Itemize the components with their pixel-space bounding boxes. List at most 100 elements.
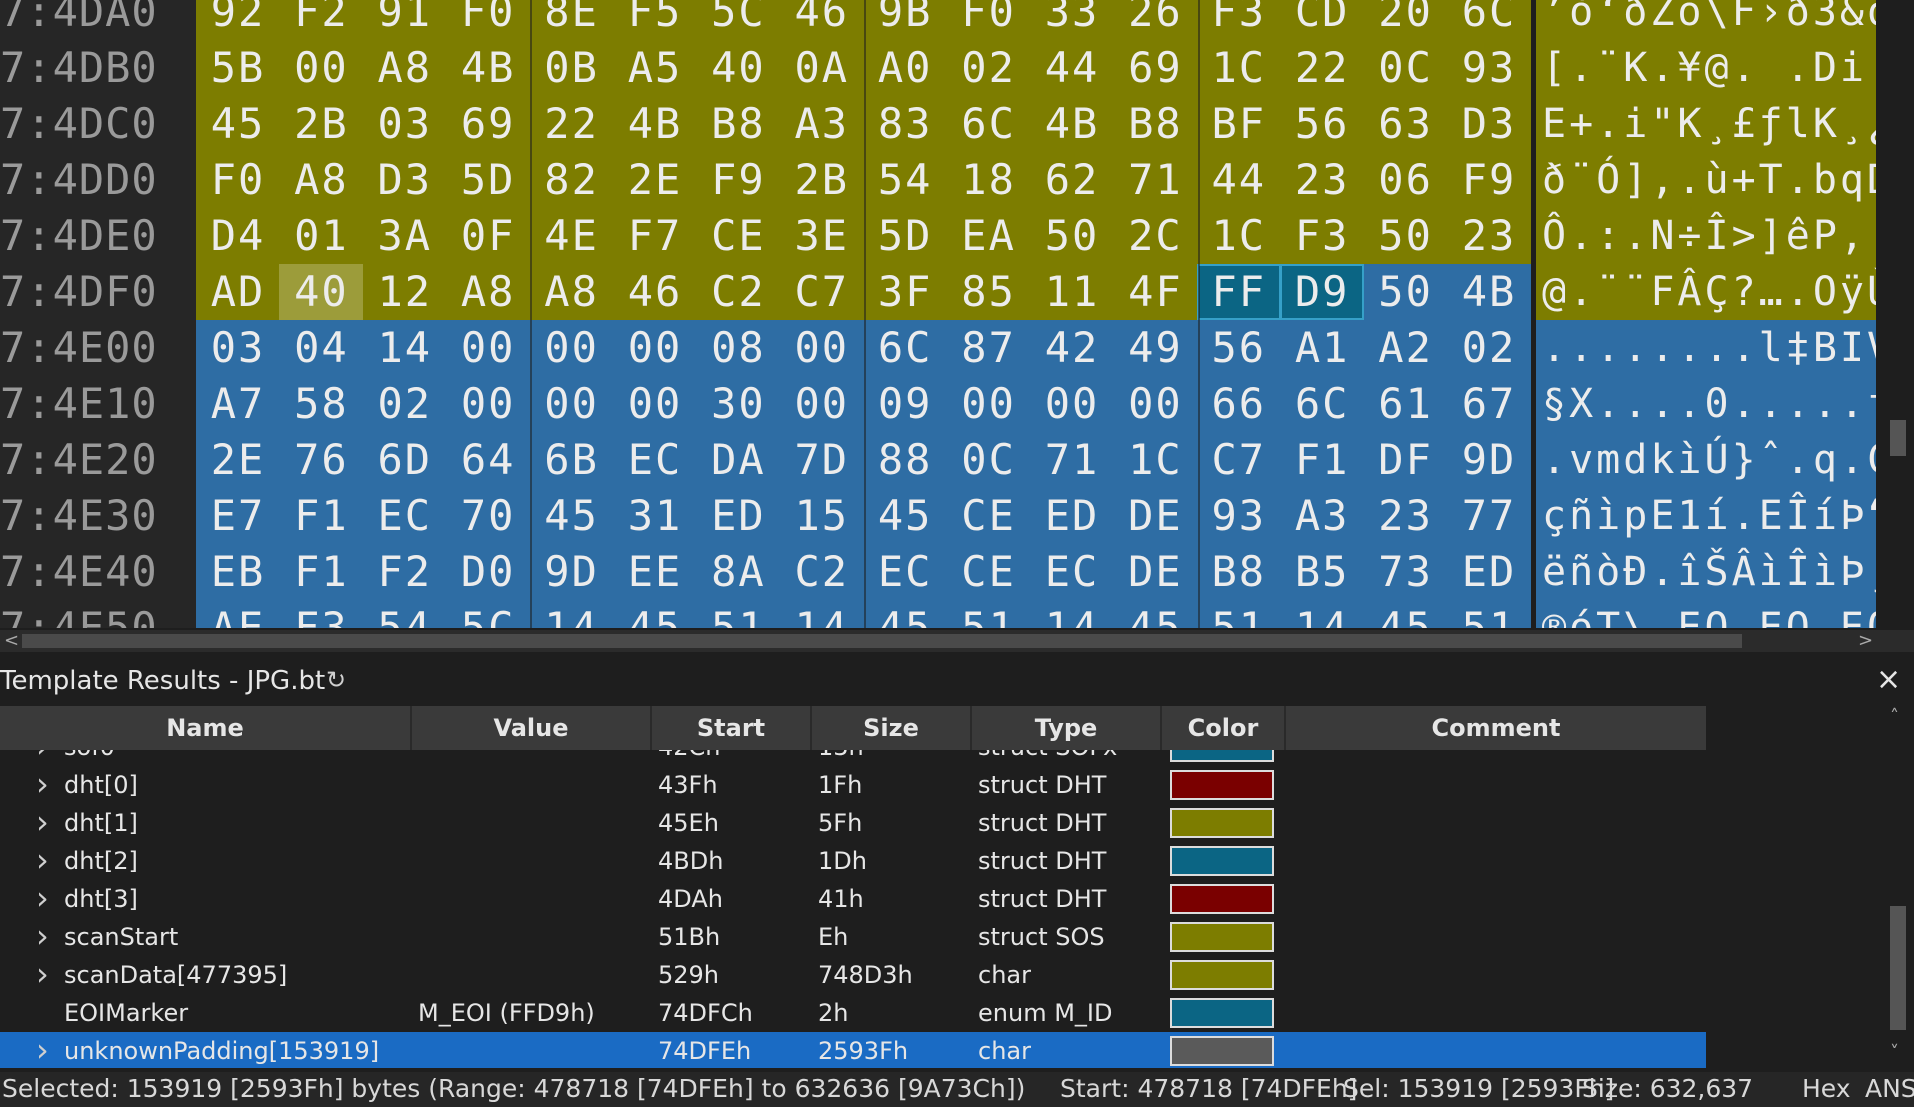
hex-byte[interactable]: 4B	[446, 40, 531, 96]
hex-byte[interactable]: ED	[1447, 544, 1531, 600]
color-swatch[interactable]	[1170, 922, 1274, 952]
ascii-row[interactable]: ëñòÐ.îŠÂìÎìÞ¸µsí	[1536, 544, 1876, 600]
hex-byte[interactable]: DA	[696, 432, 781, 488]
hex-byte[interactable]: 51	[946, 600, 1031, 628]
hex-byte[interactable]: 69	[1113, 40, 1198, 96]
hex-byte[interactable]: 00	[779, 320, 864, 376]
hex-row[interactable]: 45 2B 03 69 22 4B B8 A3 83 6C 4B B8 BF 56 63 D3	[196, 96, 1531, 152]
hex-byte[interactable]: B8	[696, 96, 781, 152]
chevron-right-icon[interactable]: ›	[36, 956, 49, 994]
hex-byte[interactable]: F3	[1196, 0, 1281, 40]
color-swatch[interactable]	[1170, 770, 1274, 800]
ascii-row[interactable]: E+.i"K¸£ƒlK¸¿VcÓ	[1536, 96, 1876, 152]
ascii-row[interactable]: ........l‡BIV¡¢.	[1536, 320, 1876, 376]
template-row[interactable]: › dht[3] 4DAh 41h struct DHT	[0, 880, 1706, 918]
ascii-row[interactable]: §X....0.....flag	[1536, 376, 1876, 432]
hex-vertical-scrollbar[interactable]	[1884, 0, 1914, 628]
hex-byte[interactable]: 22	[1280, 40, 1365, 96]
hex-byte[interactable]: F1	[279, 488, 364, 544]
hex-byte[interactable]: 33	[1030, 0, 1114, 40]
hex-byte[interactable]: CD	[1280, 0, 1365, 40]
hex-byte[interactable]: 00	[613, 320, 697, 376]
hex-byte[interactable]: 00	[946, 376, 1031, 432]
hex-byte[interactable]: 40	[696, 40, 781, 96]
hex-byte[interactable]: 0C	[1363, 40, 1448, 96]
hex-byte[interactable]: 45	[863, 488, 948, 544]
hex-byte[interactable]: 00	[279, 40, 364, 96]
hex-byte[interactable]: 00	[613, 376, 697, 432]
hex-byte[interactable]: 08	[696, 320, 781, 376]
hex-byte[interactable]: 02	[946, 40, 1031, 96]
hex-byte[interactable]: A2	[1363, 320, 1448, 376]
hex-byte[interactable]: F5	[613, 0, 697, 40]
template-row[interactable]: › unknownPadding[153919] 74DFEh 2593Fh char	[0, 1032, 1706, 1068]
hex-byte[interactable]: FF	[1196, 264, 1281, 320]
hex-byte[interactable]: 82	[529, 152, 614, 208]
hex-byte[interactable]: 5B	[196, 40, 280, 96]
template-row[interactable]: › dht[0] 43Fh 1Fh struct DHT	[0, 766, 1706, 804]
color-swatch[interactable]	[1170, 846, 1274, 876]
horizontal-scroll-thumb[interactable]	[22, 634, 1742, 648]
template-vertical-scroll-thumb[interactable]	[1890, 906, 1906, 1030]
hex-byte[interactable]: 2C	[1113, 208, 1198, 264]
hex-byte[interactable]: 71	[1030, 432, 1114, 488]
hex-byte[interactable]: 40	[279, 264, 364, 320]
hex-row[interactable]: 92 F2 91 F0 8E F5 5C 46 9B F0 33 26 F3 CD 20 6C	[196, 0, 1531, 40]
hex-byte[interactable]: 9B	[863, 0, 948, 40]
hex-byte[interactable]: 8A	[696, 544, 781, 600]
hex-byte[interactable]: EC	[613, 432, 697, 488]
hex-byte[interactable]: A0	[863, 40, 948, 96]
hex-byte[interactable]: 00	[1113, 376, 1198, 432]
hex-byte[interactable]: 46	[613, 264, 697, 320]
hex-byte[interactable]: D3	[362, 152, 447, 208]
hex-byte[interactable]: F0	[446, 0, 531, 40]
hex-byte[interactable]: 62	[1030, 152, 1114, 208]
hex-byte[interactable]: CE	[946, 544, 1031, 600]
hex-byte[interactable]: 2B	[779, 152, 864, 208]
ascii-column[interactable]: ’ò‘ðŽõ\F›ð3&óÍ l[.¨K.¥@. .Di."..“E+.i"K¸…	[1536, 0, 1876, 628]
chevron-right-icon[interactable]: ›	[36, 918, 49, 956]
template-row[interactable]: › dht[1] 45Eh 5Fh struct DHT	[0, 804, 1706, 842]
hex-vertical-scroll-thumb[interactable]	[1890, 420, 1906, 456]
hex-byte[interactable]: 63	[1363, 96, 1448, 152]
hex-byte[interactable]: 1C	[1196, 40, 1281, 96]
hex-byte[interactable]: F3	[279, 600, 364, 628]
hex-byte[interactable]: 71	[1113, 152, 1198, 208]
hex-byte[interactable]: A3	[1280, 488, 1365, 544]
hex-byte[interactable]: F9	[1447, 152, 1531, 208]
close-icon[interactable]: ×	[1876, 662, 1901, 697]
hex-byte[interactable]: EC	[863, 544, 948, 600]
hex-byte[interactable]: 56	[1196, 320, 1281, 376]
hex-byte[interactable]: 50	[1030, 208, 1114, 264]
hex-byte[interactable]: F1	[279, 544, 364, 600]
hex-byte[interactable]: 6D	[362, 432, 447, 488]
hex-row[interactable]: 5B 00 A8 4B 0B A5 40 0A A0 02 44 69 1C 22 0C 93	[196, 40, 1531, 96]
hex-byte[interactable]: 5D	[863, 208, 948, 264]
hex-byte[interactable]: 51	[696, 600, 781, 628]
hex-byte[interactable]: 45	[1363, 600, 1448, 628]
hex-byte[interactable]: 49	[1113, 320, 1198, 376]
hex-byte[interactable]: A8	[446, 264, 531, 320]
status-mode[interactable]: Hex	[1802, 1074, 1851, 1103]
hex-byte[interactable]: 9D	[529, 544, 614, 600]
hex-byte[interactable]: ED	[696, 488, 781, 544]
hex-byte[interactable]: 77	[1447, 488, 1531, 544]
column-comment[interactable]: Comment	[1286, 706, 1706, 750]
hex-byte[interactable]: A5	[613, 40, 697, 96]
chevron-right-icon[interactable]: ›	[36, 766, 49, 804]
hex-byte[interactable]: D0	[446, 544, 531, 600]
ascii-row[interactable]: ð¨Ó],.ù+T.bqD#.ù	[1536, 152, 1876, 208]
hex-byte[interactable]: ED	[1030, 488, 1114, 544]
hex-byte[interactable]: DF	[1363, 432, 1448, 488]
hex-byte[interactable]: 14	[529, 600, 614, 628]
hex-byte[interactable]: AD	[196, 264, 280, 320]
color-swatch[interactable]	[1170, 750, 1274, 762]
hex-row[interactable]: E7 F1 EC 70 45 31 ED 15 45 CE ED DE 93 A3 23 77	[196, 488, 1531, 544]
hex-byte[interactable]: 93	[1447, 40, 1531, 96]
color-swatch[interactable]	[1170, 884, 1274, 914]
hex-byte[interactable]: 26	[1113, 0, 1198, 40]
template-row[interactable]: › dht[2] 4BDh 1Dh struct DHT	[0, 842, 1706, 880]
hex-byte[interactable]: 04	[279, 320, 364, 376]
ascii-row[interactable]: ­@.¨¨FÂÇ?….OÿÙPK	[1536, 264, 1876, 320]
hex-byte[interactable]: 4B	[613, 96, 697, 152]
